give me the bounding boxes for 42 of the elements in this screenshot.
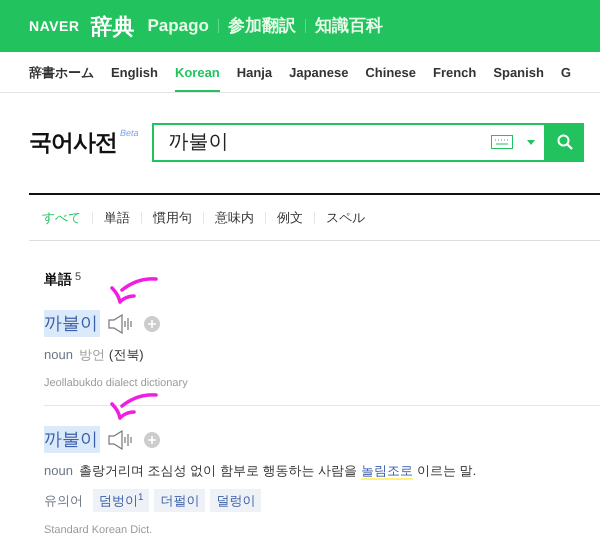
nav-tab[interactable]: Chinese bbox=[365, 52, 416, 92]
speaker-icon[interactable] bbox=[108, 314, 134, 334]
nav-tab[interactable]: 辞書ホーム bbox=[29, 52, 94, 92]
speaker-icon[interactable] bbox=[108, 430, 134, 450]
add-icon[interactable] bbox=[144, 432, 160, 448]
beta-label: Beta bbox=[120, 126, 139, 140]
filter-tab[interactable]: 意味内 bbox=[203, 212, 265, 224]
part-of-speech: noun bbox=[44, 463, 73, 478]
filter-tab[interactable]: 単語 bbox=[92, 212, 141, 224]
dropdown-caret-icon[interactable] bbox=[526, 140, 535, 144]
search-input[interactable]: 까불이 bbox=[154, 127, 491, 157]
nav-tab[interactable]: Japanese bbox=[289, 52, 348, 92]
synonym-chip[interactable]: 더펄이 bbox=[154, 488, 206, 512]
headword-link[interactable]: 까불이 bbox=[44, 426, 100, 453]
definition-text: (전북) bbox=[108, 347, 144, 362]
definition-text: 촐랑거리며 조심성 없이 함부로 행동하는 사람을 bbox=[78, 463, 357, 478]
nav-tab[interactable]: Hanja bbox=[236, 52, 272, 92]
filter-tab[interactable]: 慣用句 bbox=[141, 212, 203, 224]
synonym-chip[interactable]: 덜렁이 bbox=[210, 488, 262, 512]
dictionary-title: 국어사전 bbox=[29, 128, 117, 157]
synonym-chip[interactable]: 덤벙이$^{1}$ bbox=[93, 488, 150, 512]
dictionary-source: Jeollabukdo dialect dictionary bbox=[44, 376, 189, 390]
filter-tab[interactable]: スペル bbox=[314, 212, 376, 224]
headword-link[interactable]: 까불이 bbox=[44, 310, 100, 337]
filter-tab[interactable]: 例文 bbox=[265, 212, 314, 224]
part-of-speech: noun bbox=[44, 347, 73, 362]
search-field[interactable]: 까불이 bbox=[152, 122, 546, 162]
definition-text: 이르는 말. bbox=[416, 463, 476, 478]
section-title: 単語 bbox=[44, 270, 72, 289]
keyboard-icon[interactable] bbox=[490, 135, 513, 149]
add-icon[interactable] bbox=[144, 316, 160, 332]
result-count: 5 bbox=[75, 270, 82, 285]
search-icon bbox=[556, 134, 573, 150]
search-button[interactable] bbox=[546, 122, 584, 162]
nav-tab[interactable]: French bbox=[433, 52, 476, 92]
dictionary-source: Standard Korean Dict. bbox=[44, 523, 154, 538]
dialect-tag: 방언 bbox=[78, 347, 105, 362]
nav-tab[interactable]: English bbox=[111, 52, 158, 92]
nav-tab[interactable]: G bbox=[560, 52, 572, 92]
nav-tab[interactable]: Spanish bbox=[493, 52, 544, 92]
synonym-label: 유의어 bbox=[44, 492, 83, 510]
definition-link[interactable]: 놀림조로 bbox=[360, 463, 413, 480]
